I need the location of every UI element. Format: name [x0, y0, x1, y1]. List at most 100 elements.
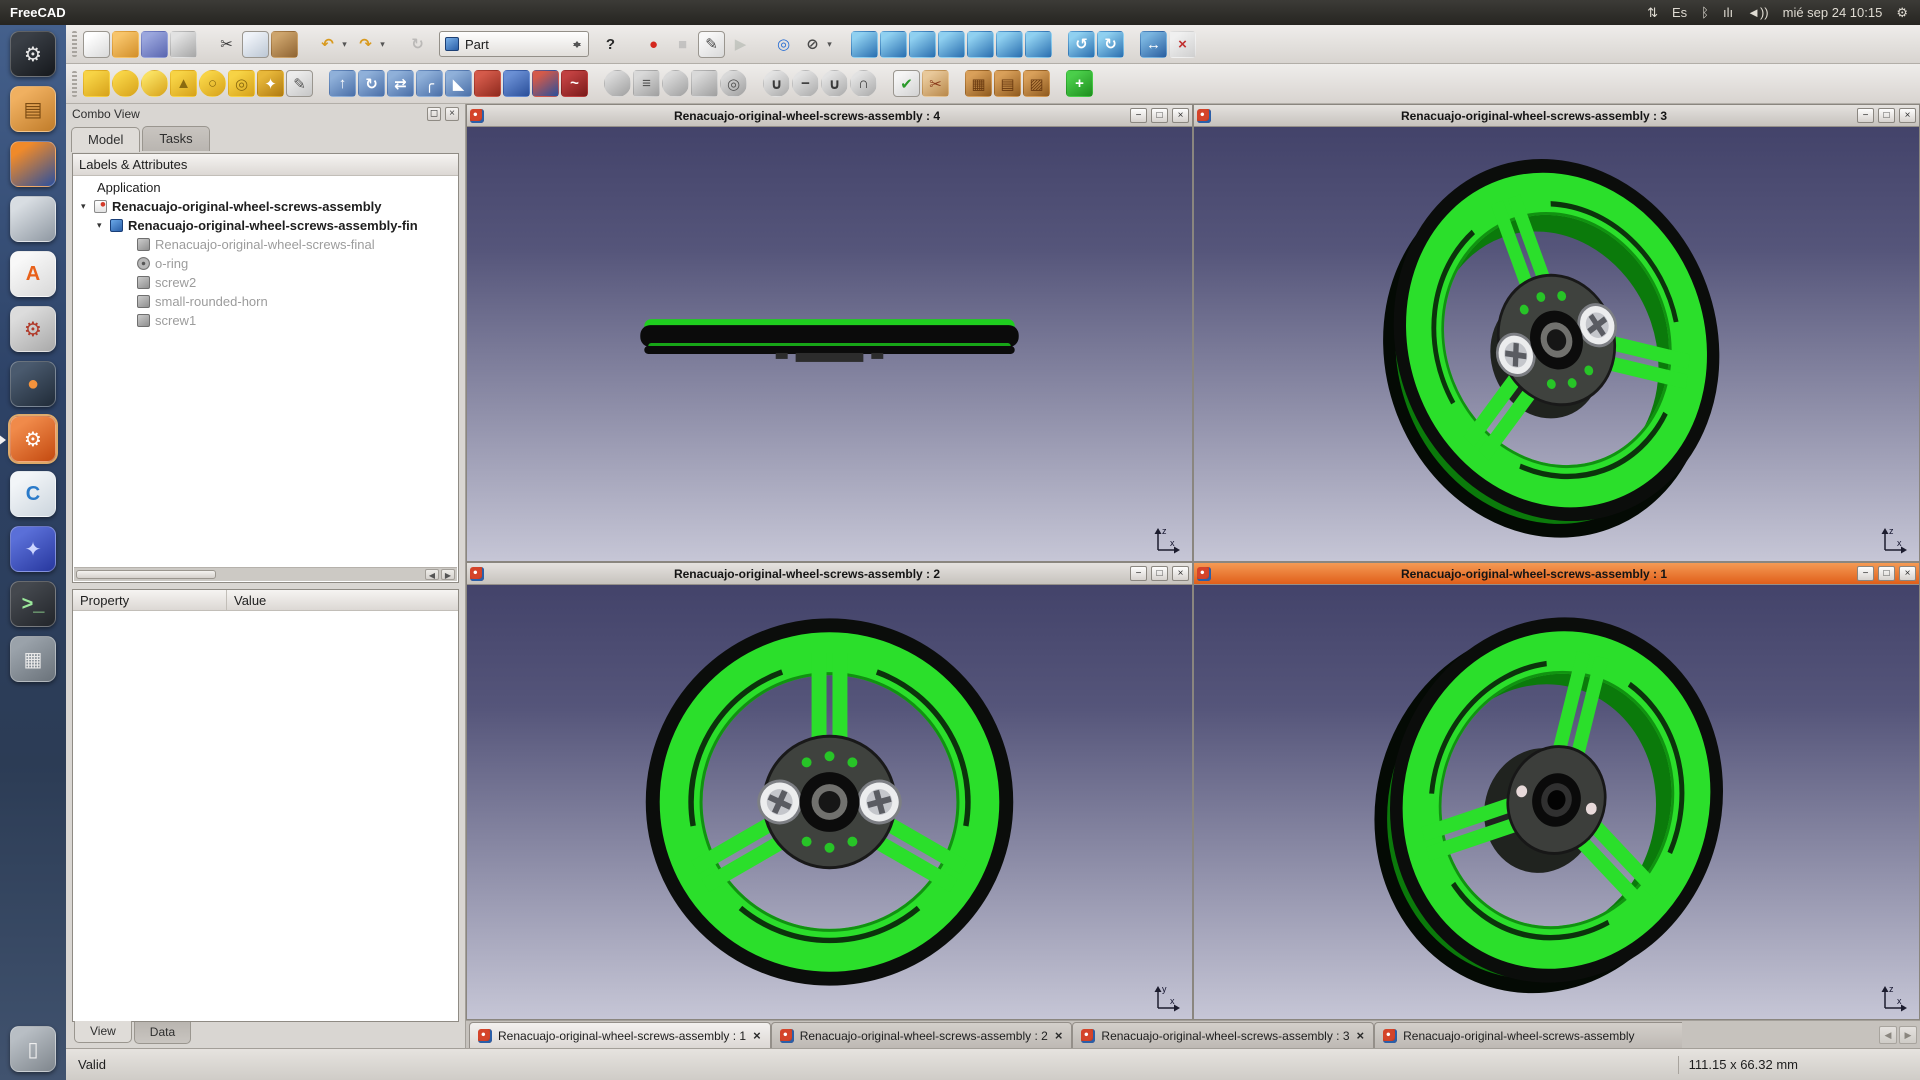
- draw-style[interactable]: ⊘: [799, 31, 826, 58]
- appearance[interactable]: ▦: [965, 70, 992, 97]
- boolean-cut[interactable]: −: [792, 70, 819, 97]
- sweep[interactable]: ~: [561, 70, 588, 97]
- undo-menu[interactable]: ▾: [339, 31, 350, 58]
- revolve[interactable]: ↻: [358, 70, 385, 97]
- view-bottom[interactable]: [996, 31, 1023, 58]
- fit-all[interactable]: ◎: [770, 31, 797, 58]
- firefox[interactable]: [10, 141, 56, 187]
- viewport-3d-isometric-view[interactable]: z x: [1194, 127, 1919, 561]
- section[interactable]: [604, 70, 631, 97]
- close-button[interactable]: ×: [1172, 108, 1189, 123]
- create-primitives[interactable]: ✦: [257, 70, 284, 97]
- rotate-left[interactable]: ↺: [1068, 31, 1095, 58]
- chamfer[interactable]: ◣: [445, 70, 472, 97]
- maximize-button[interactable]: □: [1151, 566, 1168, 581]
- macro-edit[interactable]: ✎: [698, 31, 725, 58]
- measure-clear[interactable]: ×: [1169, 31, 1196, 58]
- tree-item-application[interactable]: Application: [73, 178, 458, 197]
- sep[interactable]: [754, 72, 756, 96]
- session-gear-icon[interactable]: ⚙: [1896, 5, 1908, 21]
- mdi-tab-3[interactable]: Renacuajo-original-wheel-screws-assembly…: [1072, 1022, 1374, 1048]
- redo-menu[interactable]: ▾: [377, 31, 388, 58]
- maximize-button[interactable]: □: [1878, 108, 1895, 123]
- refresh[interactable]: ↻: [404, 31, 431, 58]
- terminal[interactable]: >_: [10, 581, 56, 627]
- network-icon[interactable]: ılı: [1723, 5, 1733, 20]
- redo[interactable]: ↷: [352, 31, 379, 58]
- tab-tasks[interactable]: Tasks: [142, 126, 209, 151]
- tree-item-assembly-final[interactable]: ▾ Renacuajo-original-wheel-screws-assemb…: [73, 216, 458, 235]
- expander-icon[interactable]: ▾: [81, 201, 94, 212]
- shape-builder[interactable]: ✎: [286, 70, 313, 97]
- boolean-union[interactable]: ∪: [821, 70, 848, 97]
- tab-view[interactable]: View: [74, 1021, 132, 1043]
- primitive-box[interactable]: [83, 70, 110, 97]
- primitive-sphere[interactable]: [141, 70, 168, 97]
- sep[interactable]: [1057, 72, 1059, 96]
- view-right[interactable]: [938, 31, 965, 58]
- primitive-cone[interactable]: ▲: [170, 70, 197, 97]
- view-rear[interactable]: [967, 31, 994, 58]
- sep[interactable]: [204, 32, 206, 56]
- sep[interactable]: [395, 32, 397, 56]
- minimize-button[interactable]: −: [1130, 108, 1147, 123]
- sep[interactable]: [595, 72, 597, 96]
- bluetooth-icon[interactable]: ᛒ: [1701, 5, 1709, 20]
- ubuntu-software[interactable]: A: [10, 251, 56, 297]
- offset-3d[interactable]: [662, 70, 689, 97]
- measure-distance[interactable]: ↔: [1140, 31, 1167, 58]
- boolean-common[interactable]: ∩: [850, 70, 877, 97]
- view-left[interactable]: [1025, 31, 1052, 58]
- volume-icon[interactable]: ◄)): [1747, 5, 1769, 20]
- boolean[interactable]: ∪: [763, 70, 790, 97]
- sep[interactable]: [842, 32, 844, 56]
- cross-sections[interactable]: ≡: [633, 70, 660, 97]
- minimize-button[interactable]: −: [1130, 566, 1147, 581]
- sep[interactable]: [305, 32, 307, 56]
- rotate-right[interactable]: ↻: [1097, 31, 1124, 58]
- material[interactable]: ▤: [994, 70, 1021, 97]
- view-top[interactable]: [909, 31, 936, 58]
- window-4-titlebar[interactable]: Renacuajo-original-wheel-screws-assembly…: [467, 105, 1192, 127]
- scroll-left-arrow[interactable]: ◀: [425, 569, 439, 580]
- tab-model[interactable]: Model: [71, 127, 140, 152]
- workspace-switcher[interactable]: ▦: [10, 636, 56, 682]
- browser[interactable]: [10, 196, 56, 242]
- mdi-tab-2[interactable]: Renacuajo-original-wheel-screws-assembly…: [771, 1022, 1073, 1048]
- loft[interactable]: [532, 70, 559, 97]
- minimize-button[interactable]: −: [1857, 566, 1874, 581]
- sep[interactable]: [320, 72, 322, 96]
- sep[interactable]: [1059, 32, 1061, 56]
- macro-record[interactable]: ●: [640, 31, 667, 58]
- clock[interactable]: mié sep 24 10:15: [1783, 5, 1883, 20]
- viewport-3d-rear-isometric-view[interactable]: z x: [1194, 585, 1919, 1019]
- sep[interactable]: [631, 32, 633, 56]
- system-settings[interactable]: ⚙: [10, 306, 56, 352]
- scroll-right-arrow[interactable]: ▶: [441, 569, 455, 580]
- window-3-titlebar[interactable]: Renacuajo-original-wheel-screws-assembly…: [1194, 105, 1919, 127]
- tree-item-o-ring[interactable]: o-ring: [73, 254, 458, 273]
- close-button[interactable]: ×: [1899, 566, 1916, 581]
- copy[interactable]: [242, 31, 269, 58]
- trash[interactable]: ▯: [10, 1026, 56, 1072]
- workbench-selector[interactable]: Part: [439, 31, 589, 57]
- tab-close-icon[interactable]: ×: [752, 1028, 762, 1043]
- toolbar-handle[interactable]: [72, 71, 77, 97]
- primitive-tube[interactable]: ◎: [228, 70, 255, 97]
- whats-this[interactable]: ?: [597, 31, 624, 58]
- mirror[interactable]: ⇄: [387, 70, 414, 97]
- expander-icon[interactable]: ▾: [97, 220, 110, 231]
- mdi-tab-1[interactable]: Renacuajo-original-wheel-screws-assembly…: [469, 1022, 771, 1048]
- scrollbar-thumb[interactable]: [76, 570, 216, 579]
- sep[interactable]: [1131, 32, 1133, 56]
- extrude[interactable]: ↑: [329, 70, 356, 97]
- sep[interactable]: [884, 72, 886, 96]
- texture[interactable]: ▨: [1023, 70, 1050, 97]
- tab-close-icon[interactable]: ×: [1356, 1028, 1366, 1043]
- new-document[interactable]: [83, 31, 110, 58]
- tab-close-icon[interactable]: ×: [1054, 1028, 1064, 1043]
- macro-stop[interactable]: ■: [669, 31, 696, 58]
- view-axonometric[interactable]: [851, 31, 878, 58]
- freecad[interactable]: ⚙: [10, 416, 56, 462]
- add-item[interactable]: +: [1066, 70, 1093, 97]
